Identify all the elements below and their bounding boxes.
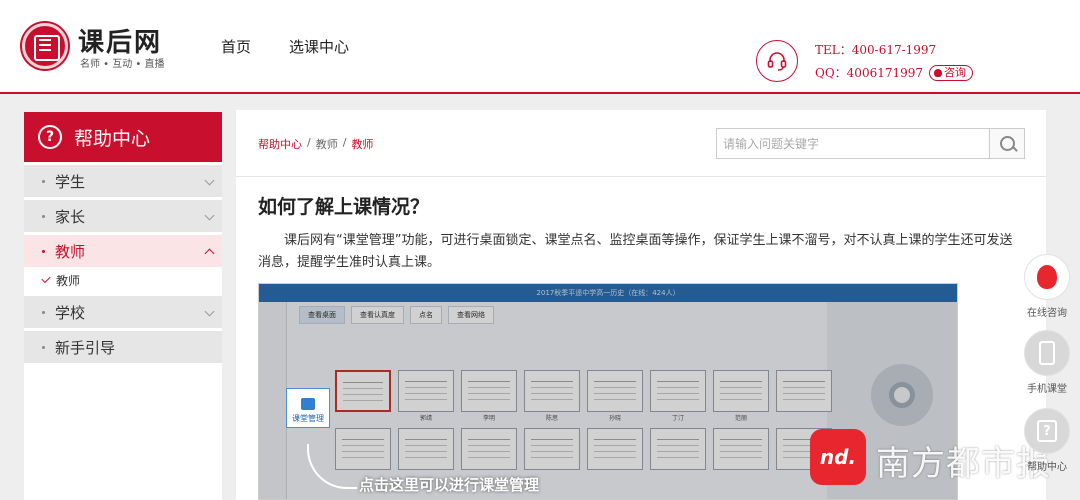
help-question-icon: ? bbox=[38, 125, 62, 149]
sidebar-subitem-teacher[interactable]: 教师 bbox=[24, 267, 222, 293]
sidebar-item-label: 学生 bbox=[55, 172, 86, 191]
screenshot-caption: 点击这里可以进行课堂管理 bbox=[359, 476, 540, 494]
sidebar-item-label: 新手引导 bbox=[55, 338, 116, 357]
classroom-management-label: 课堂管理 bbox=[292, 414, 324, 423]
sidebar-item-parent[interactable]: 家长 bbox=[24, 200, 222, 232]
sidebar-item-label: 学校 bbox=[55, 303, 86, 322]
help-sidebar: ? 帮助中心 学生 家长 教师 教师 学校 新手引导 bbox=[24, 112, 222, 500]
sidebar-item-beginner-guide[interactable]: 新手引导 bbox=[24, 331, 222, 363]
float-mobile-classroom-circle bbox=[1024, 330, 1070, 376]
qq-number: QQ：4006171997 bbox=[815, 66, 924, 80]
nav-course-center-link[interactable]: 选课中心 bbox=[289, 36, 349, 57]
help-question-icon: ? bbox=[1037, 420, 1057, 442]
breadcrumb-current: 教师 bbox=[351, 138, 374, 151]
float-help-center-circle: ? bbox=[1024, 408, 1070, 454]
breadcrumb-teacher-link[interactable]: 教师 bbox=[316, 136, 338, 152]
breadcrumb-separator: / bbox=[307, 136, 311, 149]
chevron-down-icon bbox=[204, 175, 215, 186]
nav-home-link[interactable]: 首页 bbox=[221, 36, 251, 57]
float-help-center-label: 帮助中心 bbox=[1027, 462, 1067, 473]
chevron-down-icon bbox=[204, 306, 215, 317]
logo-seal-icon[interactable] bbox=[22, 23, 68, 69]
breadcrumb-separator: / bbox=[342, 136, 347, 149]
qq-consult-label: 咨询 bbox=[944, 65, 967, 79]
bullet-icon bbox=[42, 214, 45, 218]
search-box bbox=[716, 128, 1025, 159]
sidebar-item-school[interactable]: 学校 bbox=[24, 296, 222, 328]
divider bbox=[236, 176, 1046, 177]
article-title: 如何了解上课情况？ bbox=[258, 196, 430, 218]
bullet-icon bbox=[42, 345, 45, 349]
bullet-icon bbox=[42, 310, 45, 314]
breadcrumb-help-center-link[interactable]: 帮助中心 bbox=[258, 136, 302, 152]
float-mobile-classroom[interactable]: 手机课堂 bbox=[1014, 330, 1080, 395]
float-help-center[interactable]: ? 帮助中心 bbox=[1014, 408, 1080, 473]
sidebar-subitem-label: 教师 bbox=[56, 273, 81, 288]
customer-service-icon bbox=[756, 40, 798, 82]
main-nav: 首页 选课中心 bbox=[221, 36, 349, 57]
search-icon[interactable] bbox=[989, 129, 1024, 158]
logo-name[interactable]: 课后网 bbox=[78, 22, 162, 59]
checkmark-icon bbox=[41, 273, 51, 284]
bullet-icon bbox=[42, 249, 45, 253]
chevron-up-icon bbox=[204, 248, 215, 259]
qq-consult-button[interactable]: 咨询 bbox=[929, 64, 974, 81]
article-body: 课后网有“课堂管理”功能，可进行桌面锁定、课堂点名、监控桌面等操作，保证学生上课… bbox=[258, 233, 1013, 270]
classroom-management-badge: 课堂管理 bbox=[286, 388, 330, 428]
qq-penguin-icon bbox=[1037, 265, 1057, 289]
sidebar-item-teacher[interactable]: 教师 bbox=[24, 235, 222, 267]
float-mobile-classroom-label: 手机课堂 bbox=[1027, 384, 1067, 395]
breadcrumb: 帮助中心 / 教师 / 教师 bbox=[258, 136, 373, 152]
sidebar-title-text: 帮助中心 bbox=[74, 127, 151, 150]
watermark-logo: nd. bbox=[810, 429, 866, 485]
sidebar-item-student[interactable]: 学生 bbox=[24, 165, 222, 197]
chevron-down-icon bbox=[204, 210, 215, 221]
sidebar-item-label: 家长 bbox=[55, 207, 86, 226]
float-online-consult-circle bbox=[1024, 254, 1070, 300]
qq-penguin-icon bbox=[934, 68, 943, 77]
search-input[interactable] bbox=[717, 129, 989, 158]
qq-contact: QQ：4006171997 咨询 bbox=[815, 64, 974, 81]
site-header: 课后网 名师 • 互动 • 直播 首页 选课中心 TEL：400-617-199… bbox=[0, 0, 1080, 94]
tel-number: TEL：400-617-1997 bbox=[815, 43, 937, 57]
float-online-consult[interactable]: 在线咨询 bbox=[1014, 254, 1080, 319]
sidebar-title: ? 帮助中心 bbox=[24, 112, 222, 162]
phone-icon bbox=[1039, 341, 1055, 365]
sidebar-item-label: 教师 bbox=[55, 242, 86, 261]
float-online-consult-label: 在线咨询 bbox=[1027, 308, 1067, 319]
bullet-icon bbox=[42, 179, 45, 183]
logo-slogan: 名师 • 互动 • 直播 bbox=[80, 59, 165, 70]
headset-icon bbox=[767, 52, 787, 71]
